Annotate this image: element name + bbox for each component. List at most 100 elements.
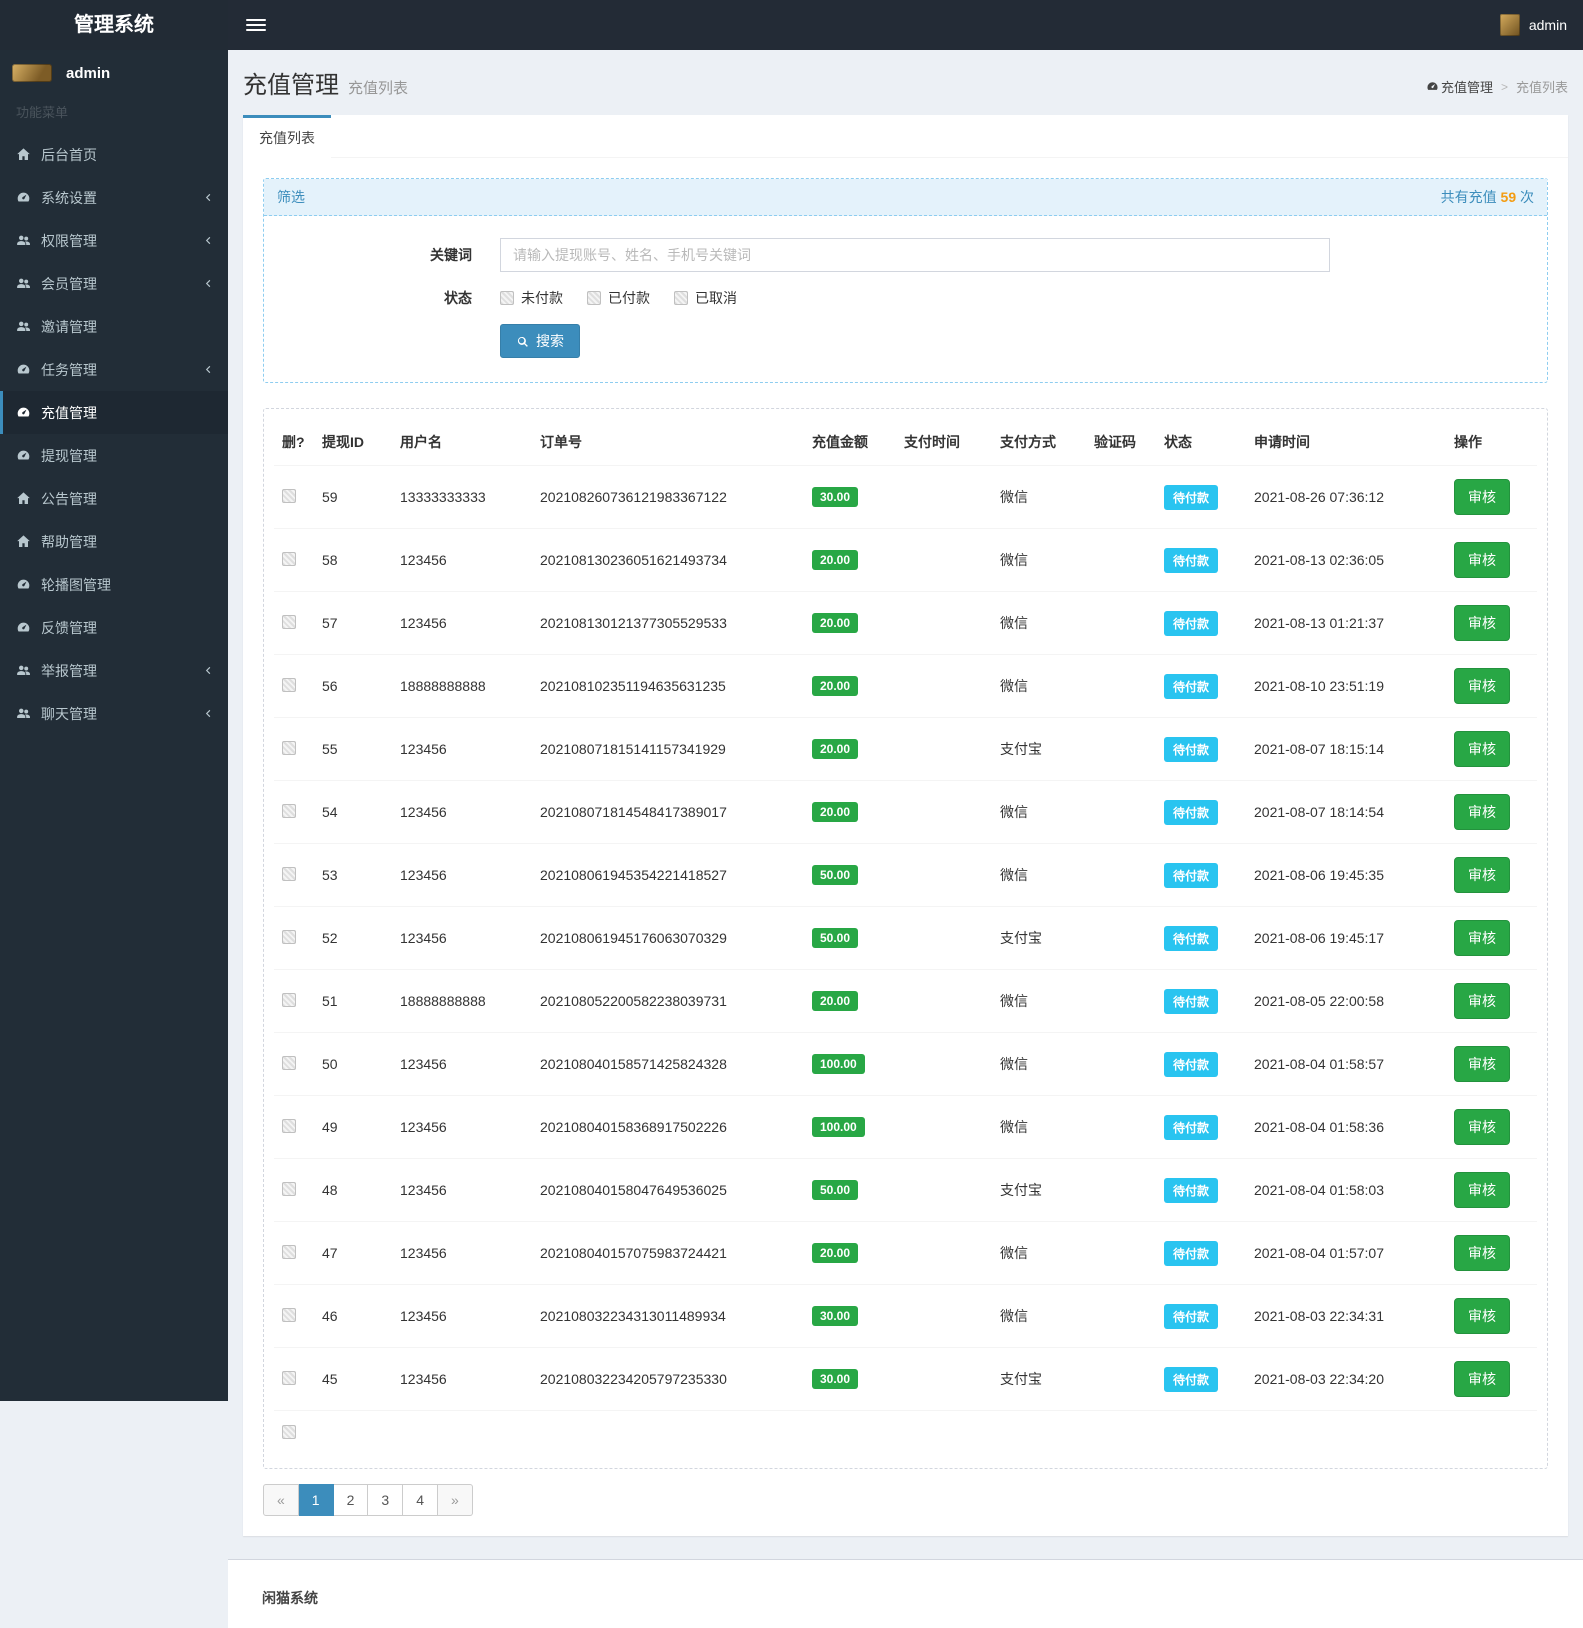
row-checkbox[interactable] <box>282 1182 296 1196</box>
table-row: 4812345620210804015804764953602550.00支付宝… <box>274 1159 1537 1222</box>
search-button[interactable]: 搜索 <box>500 324 580 358</box>
sidebar-item-member-management[interactable]: 会员管理 <box>0 262 228 305</box>
row-checkbox[interactable] <box>282 804 296 818</box>
row-checkbox[interactable] <box>282 993 296 1007</box>
panel-body: 筛选 共有充值 59 次 关键词 状态 未付款已付款已取消 <box>243 158 1568 1536</box>
audit-button[interactable]: 审核 <box>1454 542 1510 578</box>
dashboard-icon <box>16 448 31 463</box>
recharge-table: 删?提现ID用户名订单号充值金额支付时间支付方式验证码状态申请时间操作 5913… <box>274 419 1537 1458</box>
page-subtitle: 充值列表 <box>348 80 408 97</box>
cell-apply-time: 2021-08-03 22:34:31 <box>1246 1285 1446 1348</box>
tab-recharge-list[interactable]: 充值列表 <box>243 115 331 158</box>
cell-withdraw-id: 45 <box>314 1348 392 1411</box>
audit-button[interactable]: 审核 <box>1454 983 1510 1019</box>
cell-apply-time: 2021-08-13 01:21:37 <box>1246 592 1446 655</box>
status-label: 状态 <box>279 288 500 308</box>
page-button-2[interactable]: 2 <box>334 1484 369 1516</box>
navbar-user-menu[interactable]: admin <box>1500 14 1567 36</box>
row-checkbox[interactable] <box>282 1308 296 1322</box>
cell-verify-code <box>1086 592 1156 655</box>
cell-verify-code <box>1086 781 1156 844</box>
audit-button[interactable]: 审核 <box>1454 605 1510 641</box>
cell-username: 123456 <box>392 1285 532 1348</box>
sidebar-item-system-settings[interactable]: 系统设置 <box>0 176 228 219</box>
home-icon <box>16 147 31 162</box>
status-option-1[interactable]: 已付款 <box>587 288 650 308</box>
row-checkbox[interactable] <box>282 552 296 566</box>
audit-button[interactable]: 审核 <box>1454 857 1510 893</box>
table-row: 4512345620210803223420579723533030.00支付宝… <box>274 1348 1537 1411</box>
sidebar-item-backend-home[interactable]: 后台首页 <box>0 133 228 176</box>
status-option-0[interactable]: 未付款 <box>500 288 563 308</box>
audit-button[interactable]: 审核 <box>1454 794 1510 830</box>
status-checkbox-0[interactable] <box>500 291 514 305</box>
sidebar-item-report-management[interactable]: 举报管理 <box>0 649 228 692</box>
sidebar-item-carousel-management[interactable]: 轮播图管理 <box>0 563 228 606</box>
cell-withdraw-id: 55 <box>314 718 392 781</box>
status-checkbox-2[interactable] <box>674 291 688 305</box>
app-logo[interactable]: 管理系统 <box>0 0 228 50</box>
cell-withdraw-id: 53 <box>314 844 392 907</box>
audit-button[interactable]: 审核 <box>1454 479 1510 515</box>
row-checkbox[interactable] <box>282 1371 296 1385</box>
row-checkbox[interactable] <box>282 1056 296 1070</box>
sidebar-item-label: 反馈管理 <box>41 618 97 638</box>
sidebar-item-label: 任务管理 <box>41 360 97 380</box>
table-row: 49123456202108040158368917502226100.00微信… <box>274 1096 1537 1159</box>
cell-username: 123456 <box>392 718 532 781</box>
filter-panel: 筛选 共有充值 59 次 关键词 状态 未付款已付款已取消 <box>263 178 1548 383</box>
row-checkbox[interactable] <box>282 678 296 692</box>
sidebar-item-recharge-management[interactable]: 充值管理 <box>0 391 228 434</box>
audit-button[interactable]: 审核 <box>1454 1235 1510 1271</box>
sidebar-toggle-icon[interactable] <box>244 12 268 38</box>
cell-pay-method: 微信 <box>992 1033 1086 1096</box>
page-button-3[interactable]: 3 <box>368 1484 403 1516</box>
row-checkbox[interactable] <box>282 1245 296 1259</box>
select-all-checkbox[interactable] <box>282 1425 296 1439</box>
row-checkbox[interactable] <box>282 930 296 944</box>
row-checkbox[interactable] <box>282 489 296 503</box>
sidebar: 管理系统 admin 功能菜单 后台首页系统设置权限管理会员管理邀请管理任务管理… <box>0 0 228 1401</box>
keyword-label: 关键词 <box>279 245 500 265</box>
status-badge: 待付款 <box>1164 1052 1218 1077</box>
cell-username: 123456 <box>392 592 532 655</box>
sidebar-user-panel: admin <box>0 50 228 92</box>
sidebar-item-chat-management[interactable]: 聊天管理 <box>0 692 228 735</box>
cell-pay-time <box>896 718 992 781</box>
status-badge: 待付款 <box>1164 1115 1218 1140</box>
audit-button[interactable]: 审核 <box>1454 668 1510 704</box>
cell-username: 123456 <box>392 529 532 592</box>
sidebar-item-permission-management[interactable]: 权限管理 <box>0 219 228 262</box>
audit-button[interactable]: 审核 <box>1454 1046 1510 1082</box>
audit-button[interactable]: 审核 <box>1454 1361 1510 1397</box>
status-option-2[interactable]: 已取消 <box>674 288 737 308</box>
cell-order-no: 202108071815141157341929 <box>532 718 804 781</box>
main-panel: 充值列表 筛选 共有充值 59 次 关键词 <box>243 115 1568 1536</box>
page-prev-button[interactable]: « <box>263 1484 299 1516</box>
audit-button[interactable]: 审核 <box>1454 731 1510 767</box>
row-checkbox[interactable] <box>282 741 296 755</box>
status-checkbox-1[interactable] <box>587 291 601 305</box>
row-checkbox[interactable] <box>282 615 296 629</box>
sidebar-username: admin <box>66 65 110 82</box>
sidebar-item-announcement-management[interactable]: 公告管理 <box>0 477 228 520</box>
row-checkbox[interactable] <box>282 867 296 881</box>
status-badge: 待付款 <box>1164 926 1218 951</box>
sidebar-item-invite-management[interactable]: 邀请管理 <box>0 305 228 348</box>
sidebar-item-withdraw-management[interactable]: 提现管理 <box>0 434 228 477</box>
audit-button[interactable]: 审核 <box>1454 1172 1510 1208</box>
page-button-1[interactable]: 1 <box>299 1484 334 1516</box>
row-checkbox[interactable] <box>282 1119 296 1133</box>
status-badge: 待付款 <box>1164 674 1218 699</box>
sidebar-item-feedback-management[interactable]: 反馈管理 <box>0 606 228 649</box>
audit-button[interactable]: 审核 <box>1454 1109 1510 1145</box>
keyword-input[interactable] <box>500 238 1330 272</box>
cell-pay-method: 微信 <box>992 1285 1086 1348</box>
page-next-button[interactable]: » <box>438 1484 473 1516</box>
page-button-4[interactable]: 4 <box>403 1484 438 1516</box>
breadcrumb-recharge[interactable]: 充值管理 <box>1426 77 1493 96</box>
sidebar-item-help-management[interactable]: 帮助管理 <box>0 520 228 563</box>
sidebar-item-task-management[interactable]: 任务管理 <box>0 348 228 391</box>
audit-button[interactable]: 审核 <box>1454 1298 1510 1334</box>
audit-button[interactable]: 审核 <box>1454 920 1510 956</box>
